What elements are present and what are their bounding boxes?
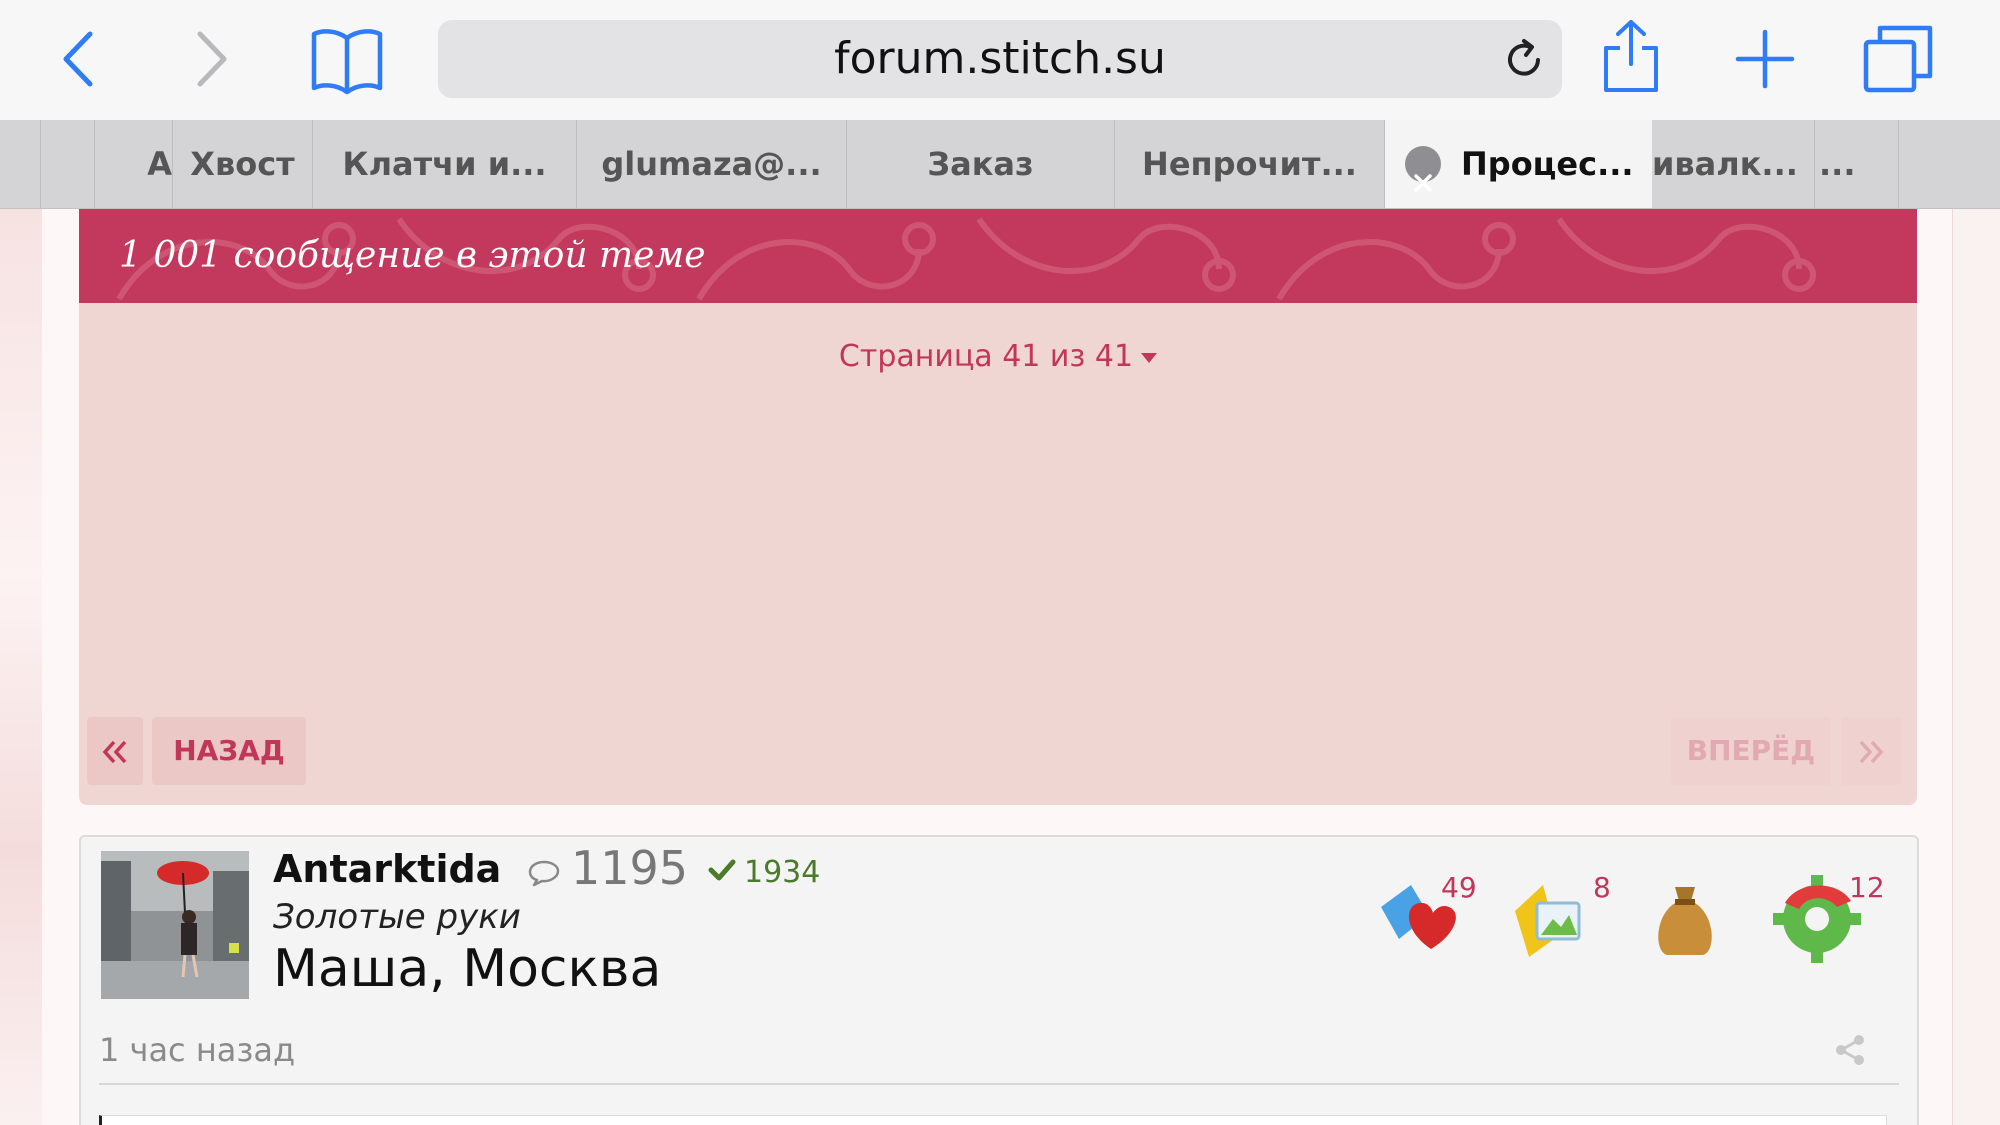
- topic-banner: 1 001 сообщение в этой теме: [79, 209, 1917, 303]
- address-bar[interactable]: forum.stitch.su: [438, 20, 1562, 98]
- tab-label: А: [147, 145, 172, 183]
- double-chevron-right-icon: [1859, 740, 1884, 764]
- url-text: forum.stitch.su: [834, 33, 1166, 84]
- money-bag-icon[interactable]: [1635, 867, 1735, 967]
- tab-item[interactable]: [40, 120, 94, 208]
- side-decoration: [0, 209, 42, 1125]
- tab-item[interactable]: ...: [1814, 120, 1898, 208]
- share-post-icon[interactable]: [1833, 1033, 1867, 1072]
- bookmarks-icon[interactable]: [310, 26, 384, 101]
- new-tab-icon[interactable]: [1734, 28, 1796, 95]
- tab-item[interactable]: Хвост: [172, 120, 312, 208]
- tab-label: Заказ: [927, 145, 1034, 183]
- pagination-panel: Страница 41 из 41 НАЗАД ВПЕРЁД: [79, 303, 1917, 805]
- tab-item[interactable]: Заказ: [846, 120, 1114, 208]
- browser-toolbar: forum.stitch.su: [0, 0, 2000, 120]
- post-body: [99, 1115, 1887, 1125]
- last-page-button[interactable]: [1841, 717, 1901, 785]
- badge-count: 49: [1441, 871, 1477, 904]
- web-page: 1 001 сообщение в этой теме Страница 41 …: [0, 209, 2000, 1125]
- close-tab-icon[interactable]: [1405, 146, 1441, 192]
- author-rank: Золотые руки: [273, 897, 521, 937]
- photo-folder-icon[interactable]: [1501, 867, 1601, 967]
- double-chevron-left-icon: [102, 740, 127, 764]
- tab-label: Клатчи и...: [342, 145, 547, 183]
- tab-item[interactable]: А: [94, 120, 172, 208]
- tab-item[interactable]: Клатчи и...: [312, 120, 576, 208]
- tabs-overview-icon[interactable]: [1862, 24, 1934, 99]
- tab-label: Хвост: [190, 145, 295, 183]
- forum-post: Antarktida 1195 1934 Золотые руки Маша, …: [79, 835, 1919, 1125]
- author-reputation: 1934: [744, 855, 821, 890]
- previous-page-button[interactable]: НАЗАД: [152, 717, 306, 785]
- caret-down-icon: [1141, 352, 1158, 363]
- tab-bar: А Хвост Клатчи и... glumaza@... Заказ Не…: [0, 120, 2000, 209]
- reload-icon[interactable]: [1502, 38, 1546, 87]
- tab-label: Процес...: [1461, 145, 1634, 183]
- author-location: Маша, Москва: [273, 939, 662, 999]
- post-author-name[interactable]: Antarktida: [273, 847, 501, 891]
- comment-bubble-icon: [527, 859, 561, 892]
- tab-label: ...: [1819, 145, 1856, 183]
- tab-label: Непрочит...: [1142, 145, 1357, 183]
- author-post-count: 1195: [571, 841, 689, 895]
- badge-count: 8: [1593, 871, 1611, 904]
- forward-icon[interactable]: [192, 30, 232, 93]
- post-timestamp[interactable]: 1 час назад: [99, 1031, 295, 1069]
- tab-item[interactable]: ивалк...: [1652, 120, 1814, 208]
- tab-item-active[interactable]: Процес...: [1384, 120, 1652, 208]
- page-indicator: Страница 41 из 41: [838, 339, 1134, 374]
- next-page-button[interactable]: ВПЕРЁД: [1671, 717, 1831, 785]
- checkmark-icon: [707, 857, 737, 888]
- page-selector[interactable]: Страница 41 из 41: [79, 339, 1917, 374]
- tab-item[interactable]: Непрочит...: [1114, 120, 1384, 208]
- avatar[interactable]: [101, 851, 249, 999]
- tab-label: ивалк...: [1652, 145, 1798, 183]
- share-icon[interactable]: [1602, 18, 1660, 99]
- first-page-button[interactable]: [87, 717, 143, 785]
- badge-count: 12: [1849, 871, 1885, 904]
- post-divider: [99, 1083, 1899, 1085]
- topic-post-count: 1 001 сообщение в этой теме: [119, 235, 706, 276]
- back-icon[interactable]: [58, 30, 98, 93]
- side-decoration: [1952, 209, 2000, 1125]
- tab-item[interactable]: glumaza@...: [576, 120, 846, 208]
- tab-item[interactable]: [1898, 120, 2000, 208]
- tab-label: glumaza@...: [601, 145, 822, 183]
